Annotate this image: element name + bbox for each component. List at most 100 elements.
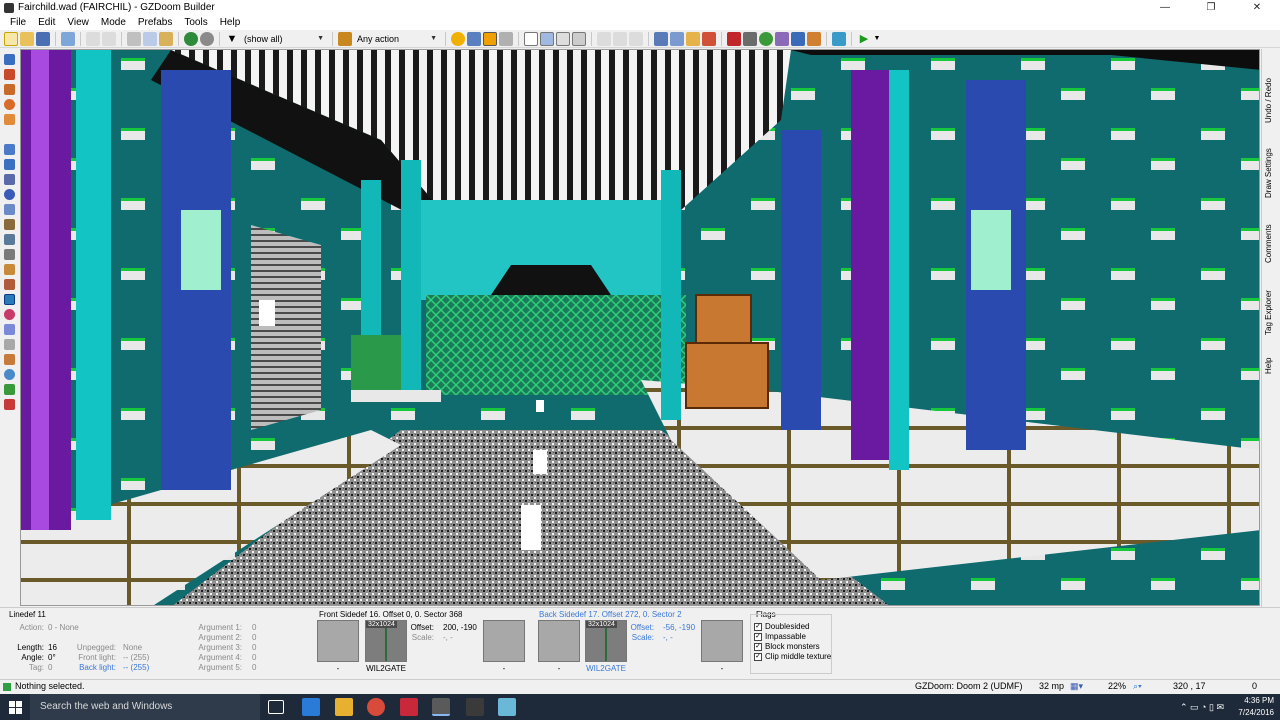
- dynamic-lights-icon[interactable]: [727, 31, 741, 46]
- view-wireframe-icon[interactable]: [524, 31, 538, 46]
- insert-previous-prefab-icon[interactable]: [200, 31, 214, 46]
- tab-tag-explorer[interactable]: Tag Explorer: [1264, 285, 1280, 341]
- grid-size[interactable]: 32 mp: [1039, 681, 1064, 691]
- draw-curve-icon[interactable]: [4, 69, 15, 80]
- task-view-icon[interactable]: [268, 700, 284, 714]
- sectors-mode-icon[interactable]: [4, 174, 15, 185]
- thing-filter-combo[interactable]: (show all) ▼: [241, 32, 327, 46]
- gradient-brightness-icon[interactable]: [4, 324, 15, 335]
- gradient-floors-icon[interactable]: [4, 339, 15, 350]
- grid-settings-icon[interactable]: [654, 31, 668, 46]
- things-mode-icon[interactable]: [4, 189, 15, 200]
- start-button[interactable]: [0, 694, 30, 720]
- insert-prefab-icon[interactable]: [184, 31, 198, 46]
- grid-icon[interactable]: ▦▾: [1070, 681, 1083, 692]
- zoom-icon[interactable]: ⌕▾: [1133, 681, 1142, 692]
- new-map-icon[interactable]: [4, 31, 18, 46]
- menu-view[interactable]: View: [61, 15, 95, 30]
- gzdoom-builder-taskbar-icon[interactable]: [432, 698, 450, 716]
- undo-icon[interactable]: [86, 31, 100, 46]
- draw-lines-icon[interactable]: [4, 54, 15, 65]
- visual-mode-icon[interactable]: [4, 294, 15, 305]
- app-icon[interactable]: [498, 698, 516, 716]
- menu-help[interactable]: Help: [214, 15, 247, 30]
- tab-undo-redo[interactable]: Undo / Redo: [1264, 71, 1280, 131]
- zoom-level[interactable]: 22%: [1108, 681, 1126, 691]
- open-map-icon[interactable]: [20, 31, 34, 46]
- color-picker-icon[interactable]: [4, 309, 15, 320]
- front-middle-texture[interactable]: 32x1024: [365, 620, 407, 662]
- eventlines-icon[interactable]: [791, 31, 805, 46]
- back-upper-texture[interactable]: [538, 620, 580, 662]
- test-map-icon[interactable]: ▶: [857, 32, 871, 46]
- tab-comments[interactable]: Comments: [1264, 219, 1280, 269]
- back-middle-texture[interactable]: 32x1024: [585, 620, 627, 662]
- cut-icon[interactable]: [127, 31, 141, 46]
- view-floors-icon[interactable]: [556, 31, 570, 46]
- clock[interactable]: 4:36 PM 7/24/2016: [1238, 695, 1274, 719]
- edit-area-icon[interactable]: [4, 219, 15, 230]
- file-explorer-icon[interactable]: [335, 698, 353, 716]
- errors-icon[interactable]: [4, 399, 15, 410]
- tab-help[interactable]: Help: [1264, 354, 1280, 378]
- script-editor-icon[interactable]: [61, 31, 75, 46]
- back-lower-texture[interactable]: [701, 620, 743, 662]
- minimize-button[interactable]: —: [1142, 0, 1188, 15]
- check-icon[interactable]: [4, 384, 15, 395]
- view-brightness-mode-icon[interactable]: [540, 31, 554, 46]
- auto-merge-icon[interactable]: [670, 31, 684, 46]
- front-upper-texture[interactable]: [317, 620, 359, 662]
- merge-geometry-icon[interactable]: [597, 31, 611, 46]
- vertices-mode-icon[interactable]: [4, 144, 15, 155]
- tab-draw-settings[interactable]: Draw Settings: [1264, 143, 1280, 203]
- align-icon[interactable]: [832, 31, 846, 46]
- view-ceilings-icon[interactable]: [499, 31, 513, 46]
- view-things-icon[interactable]: [451, 31, 465, 46]
- front-lower-texture[interactable]: [483, 620, 525, 662]
- test-map-options-icon[interactable]: [702, 31, 716, 46]
- app-icon[interactable]: [400, 698, 418, 716]
- fog-icon[interactable]: [759, 31, 773, 46]
- edge-browser-icon[interactable]: [302, 698, 320, 716]
- texture-browser-icon[interactable]: [686, 31, 700, 46]
- maximize-button[interactable]: ❐: [1188, 0, 1234, 15]
- system-tray-icons[interactable]: ⌃ ▭ ◔ ▯ ✉: [1180, 702, 1224, 713]
- menu-file[interactable]: File: [4, 15, 32, 30]
- search-icon[interactable]: [4, 369, 15, 380]
- action-filter-combo[interactable]: Any action ▼: [354, 32, 440, 46]
- make-sectors-icon[interactable]: [4, 204, 15, 215]
- copy-icon[interactable]: [143, 31, 157, 46]
- menu-mode[interactable]: Mode: [95, 15, 132, 30]
- view-ceilings-mode-icon[interactable]: [572, 31, 586, 46]
- draw-rectangle-icon[interactable]: [4, 84, 15, 95]
- visual-slopes-icon[interactable]: [807, 31, 821, 46]
- paste-icon[interactable]: [159, 31, 173, 46]
- menu-edit[interactable]: Edit: [32, 15, 61, 30]
- menu-prefabs[interactable]: Prefabs: [132, 15, 178, 30]
- save-map-icon[interactable]: [36, 31, 50, 46]
- draw-ellipse-icon[interactable]: [4, 99, 15, 110]
- taskbar-search-box[interactable]: Search the web and Windows: [30, 694, 260, 720]
- draw-grid-icon[interactable]: [4, 114, 15, 125]
- map-analysis-icon[interactable]: [4, 279, 15, 290]
- redo-icon[interactable]: [102, 31, 116, 46]
- visual-mode-viewport[interactable]: [20, 49, 1260, 606]
- filter-icon[interactable]: ▼: [225, 32, 239, 46]
- sky-icon[interactable]: [775, 31, 789, 46]
- sound-environment-icon[interactable]: [4, 249, 15, 260]
- find-replace-icon[interactable]: [4, 264, 15, 275]
- view-grid-icon[interactable]: [467, 31, 481, 46]
- app-icon[interactable]: [466, 698, 484, 716]
- chevron-down-icon[interactable]: ▼: [873, 32, 881, 46]
- linedefs-mode-icon[interactable]: [4, 159, 15, 170]
- close-button[interactable]: ✕: [1234, 0, 1280, 15]
- split-geometry-icon[interactable]: [613, 31, 627, 46]
- menu-tools[interactable]: Tools: [178, 15, 213, 30]
- snap-icon[interactable]: [629, 31, 643, 46]
- chrome-icon[interactable]: [367, 698, 385, 716]
- linedef-action-filter-icon[interactable]: [338, 31, 352, 46]
- gradient-ceilings-icon[interactable]: [4, 354, 15, 365]
- models-icon[interactable]: [743, 31, 757, 46]
- sound-propagation-icon[interactable]: [4, 234, 15, 245]
- view-brightness-icon[interactable]: [483, 31, 497, 46]
